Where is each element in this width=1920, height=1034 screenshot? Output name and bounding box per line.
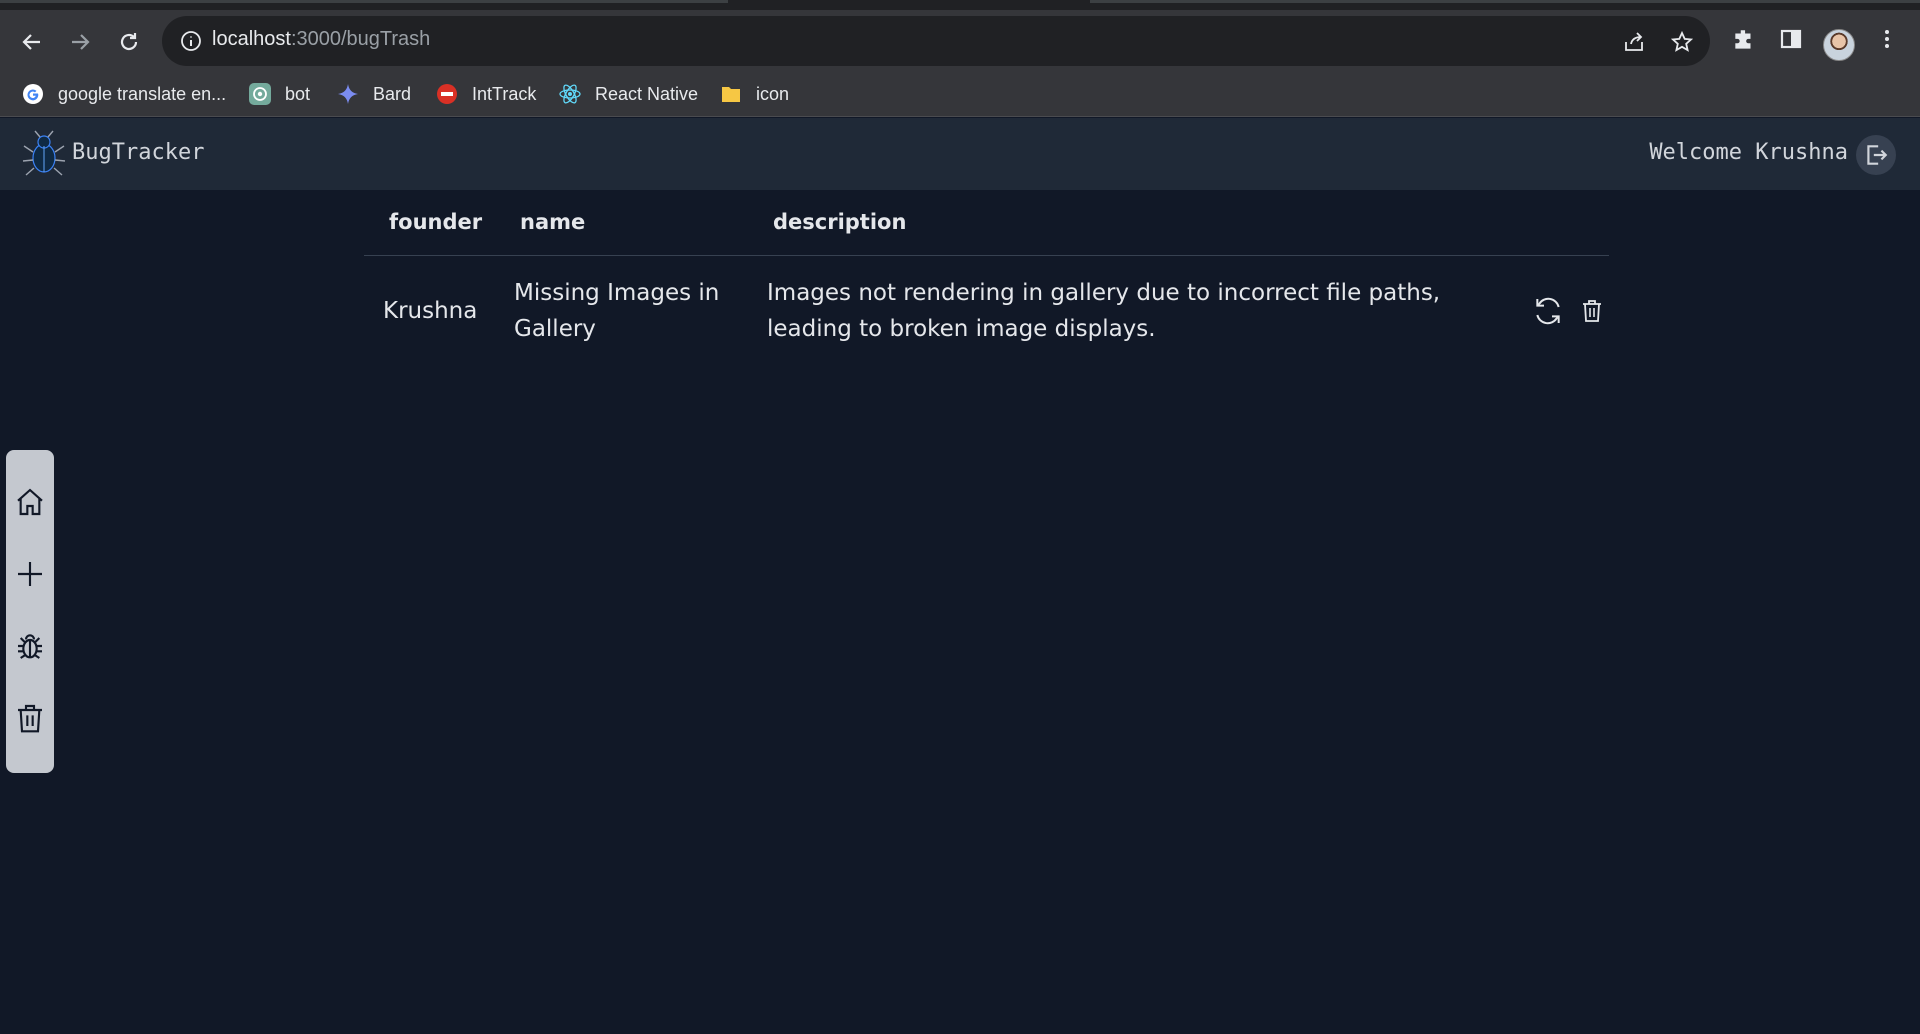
bookmark-bot[interactable]: bot [249,81,310,107]
delete-permanently-button[interactable] [1578,297,1606,325]
share-icon[interactable] [1622,30,1646,54]
table-row: Krushna Missing Images in Gallery Images… [364,256,1609,356]
bookmark-google-translate[interactable]: google translate en... [22,81,226,107]
kebab-menu-icon[interactable] [1875,27,1899,51]
restore-icon [1536,297,1560,325]
restore-button[interactable] [1531,294,1565,328]
star-icon[interactable] [1670,30,1694,54]
url-text[interactable]: localhost:3000/bugTrash [212,28,430,51]
browser-toolbar: localhost:3000/bugTrash [0,10,1920,72]
tab-background [1090,0,1920,3]
address-bar[interactable]: localhost:3000/bugTrash [162,16,1710,66]
bookmark-inttrack[interactable]: IntTrack [436,81,536,107]
bookmark-icon-folder[interactable]: icon [720,81,789,107]
column-header-founder: founder [389,210,483,234]
tab-strip [0,0,1920,10]
profile-avatar[interactable] [1823,29,1855,61]
bug-logo-icon[interactable] [22,130,66,178]
info-icon[interactable] [180,30,202,52]
cell-founder: Krushna [383,298,478,324]
google-icon [22,83,44,105]
trash-icon [18,704,42,733]
reload-button[interactable] [114,27,144,57]
folder-icon [720,83,742,105]
react-icon [559,83,581,105]
table-header-row: founder name description [364,190,1609,256]
sidebar-item-home[interactable] [14,486,46,518]
side-panel-icon[interactable] [1779,27,1803,51]
brand-title[interactable]: BugTracker [72,140,204,165]
tab-background [0,0,728,3]
bookmarks-bar: google translate en... bot Bard IntTrack… [0,72,1920,117]
extensions-icon[interactable] [1731,27,1757,53]
tuf-icon [436,83,458,105]
welcome-message: Welcome Krushna [1649,140,1848,165]
reload-icon [120,33,138,51]
logout-icon [1867,145,1888,165]
bookmark-bard[interactable]: Bard [337,81,411,107]
sidebar-item-bugs[interactable] [14,630,46,662]
sidebar-item-add-bug[interactable] [14,558,46,590]
openai-icon [249,83,271,105]
sparkle-icon [337,83,359,105]
bug-trash-table: founder name description Krushna Missing… [364,190,1609,356]
app-header: BugTracker Welcome Krushna [0,118,1920,190]
plus-icon [18,562,42,586]
arrow-right-icon [72,34,90,50]
bookmark-react-native[interactable]: React Native [559,81,698,107]
column-header-name: name [520,210,586,234]
cell-description: Images not rendering in gallery due to i… [767,280,1441,342]
trash-icon [1583,300,1601,322]
column-header-description: description [773,210,907,234]
arrow-left-icon [22,34,40,50]
home-icon [17,488,43,516]
back-button[interactable] [17,27,47,57]
sidebar-item-trash[interactable] [14,702,46,734]
forward-button[interactable] [65,27,95,57]
bug-icon [18,634,42,659]
cell-name: Missing Images in Gallery [514,280,720,342]
sidebar [6,450,54,773]
logout-button[interactable] [1856,135,1896,175]
